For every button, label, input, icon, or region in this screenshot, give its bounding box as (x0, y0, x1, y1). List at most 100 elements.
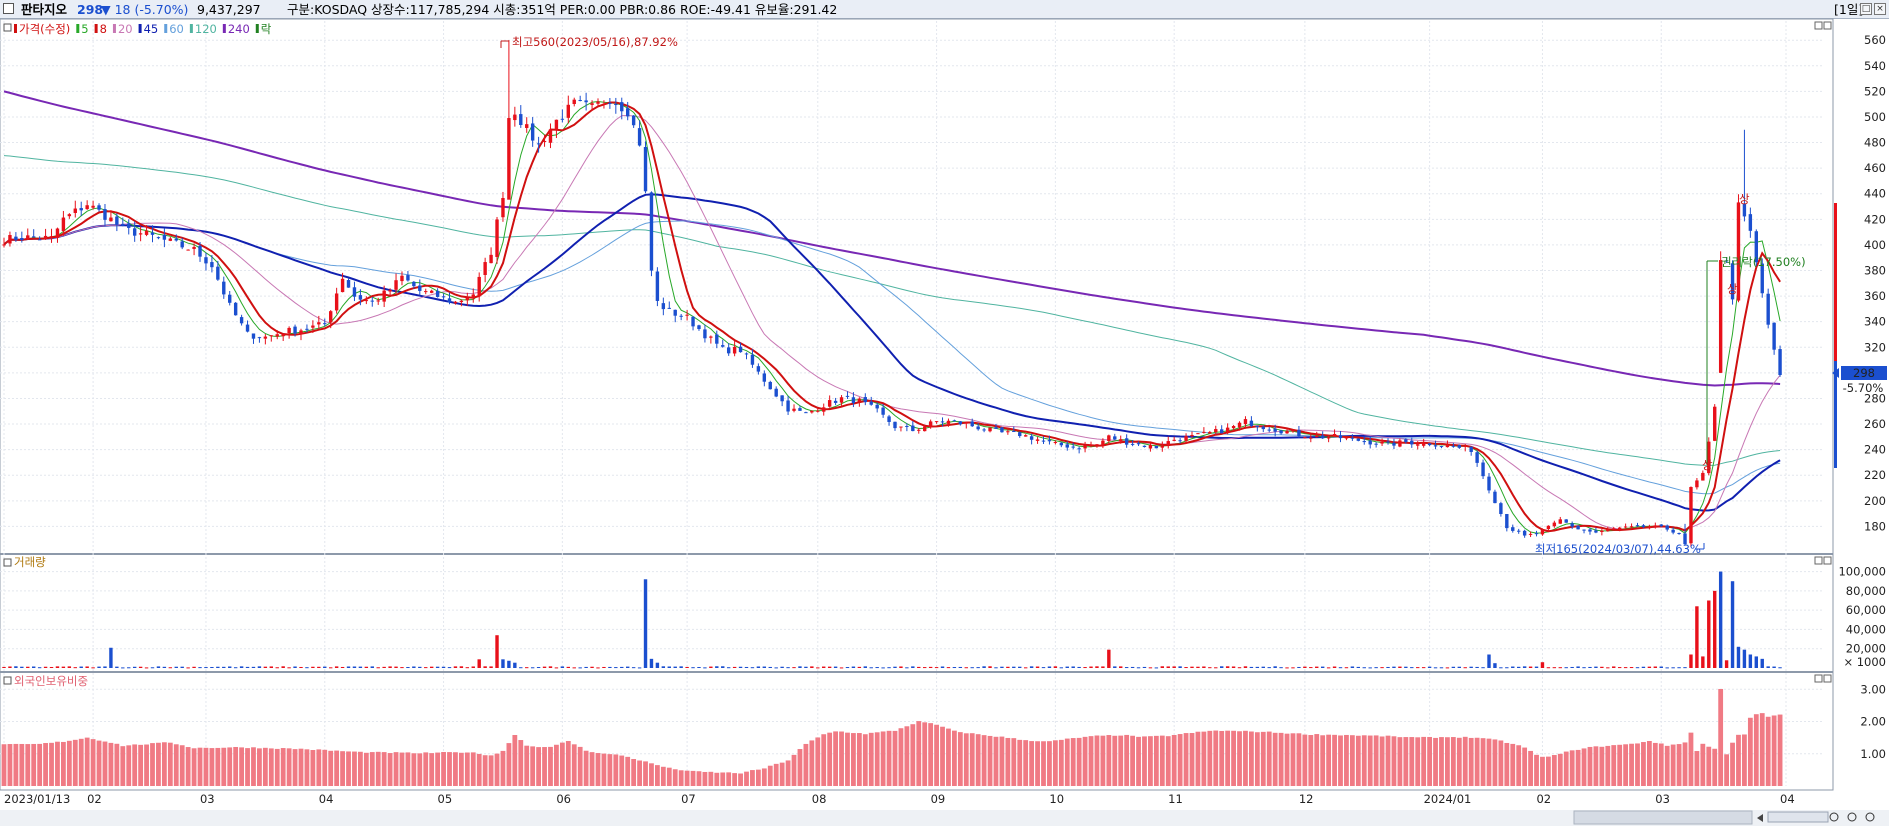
foreign-ratio-bar (405, 752, 411, 786)
foreign-ratio-bar (203, 747, 209, 786)
foreign-ratio-bar (1005, 737, 1011, 786)
volume-bar (1623, 667, 1628, 669)
foreign-ratio-bar (1688, 732, 1694, 786)
foreign-ratio-bar (1284, 733, 1290, 786)
volume-bar (560, 666, 565, 668)
volume-bar (1742, 649, 1747, 668)
foreign-ratio-bar (809, 740, 815, 786)
foreign-ratio-bar (601, 753, 607, 786)
foreign-ratio-bar (1528, 750, 1533, 786)
scroll-thumb[interactable] (1573, 810, 1753, 825)
volume-bar (441, 666, 446, 668)
limit-up-mark: 상 (1727, 282, 1738, 296)
volume-bar (1718, 571, 1723, 668)
volume-bar (79, 666, 83, 668)
price-axis-tick: 540 (1864, 59, 1886, 73)
foreign-ratio-bar (132, 744, 138, 786)
foreign-ratio-bar (1611, 745, 1617, 786)
volume-bar (1766, 666, 1770, 668)
zoom-slider[interactable] (1767, 811, 1829, 823)
foreign-ratio-bar (292, 749, 298, 786)
foreign-ratio-bar (1, 744, 7, 786)
price-axis-tick: 440 (1864, 187, 1886, 201)
foreign-ratio-bar (922, 722, 928, 786)
volume-bar (1528, 666, 1533, 668)
volume-bar (1617, 667, 1622, 669)
volume-bar (20, 666, 24, 668)
volume-bar (382, 666, 386, 668)
volume-bar (1576, 666, 1580, 668)
volume-bar (323, 666, 327, 668)
volume-bar (1172, 666, 1176, 668)
volume-bar (127, 667, 131, 669)
foreign-ratio-bar (1575, 749, 1581, 786)
volume-bar (1124, 667, 1129, 669)
volume-bar (32, 666, 36, 668)
volume-bar (1243, 666, 1248, 668)
foreign-ratio-bar (108, 742, 114, 786)
foreign-ratio-bar (1641, 742, 1646, 786)
foreign-ratio-bar (49, 742, 54, 786)
volume-axis-tick: 60,000 (1846, 603, 1886, 617)
volume-bar (138, 666, 143, 668)
foreign-ratio-bar (1409, 737, 1415, 786)
volume-bar (1065, 666, 1069, 668)
foreign-ratio-bar (1504, 742, 1510, 786)
volume-bar (697, 667, 701, 669)
foreign-ratio-bar (524, 745, 530, 786)
foreign-ratio-bar (423, 752, 429, 786)
foreign-ratio-bar (714, 772, 720, 786)
foreign-ratio-bar (375, 751, 381, 786)
foreign-ratio-bar (310, 750, 316, 786)
volume-bar (1178, 666, 1182, 668)
foreign-ratio-bar (1070, 738, 1076, 786)
foreign-ratio-bar (1183, 733, 1189, 786)
foreign-ratio-bar (1593, 746, 1599, 786)
foreign-ratio-bar (102, 741, 108, 786)
foreign-ratio-bar (66, 740, 72, 786)
foreign-ratio-bar (1023, 740, 1029, 786)
date-axis-tick: 10 (1049, 792, 1064, 806)
foreign-ratio-bar (1569, 750, 1575, 786)
candle (1766, 288, 1770, 329)
foreign-ratio-bar (274, 748, 280, 786)
volume-bar (376, 667, 380, 669)
volume-bar (732, 666, 737, 668)
volume-bar (631, 667, 636, 669)
foreign-ratio-bar (1492, 739, 1498, 786)
volume-bar (103, 666, 107, 668)
volume-bar (370, 666, 374, 668)
volume-bar (61, 666, 66, 668)
volume-bar (1416, 667, 1420, 669)
volume-bar (1267, 667, 1271, 669)
foreign-ratio-bar (1468, 737, 1474, 786)
volume-bar (85, 666, 89, 668)
volume-bar (73, 667, 77, 669)
foreign-ratio-bar (631, 759, 637, 786)
foreign-ratio-bar (1439, 737, 1444, 786)
foreign-ratio-bar (25, 744, 31, 786)
volume-bar (554, 667, 559, 669)
foreign-ratio-bar (1480, 738, 1486, 786)
legend-swatch (76, 24, 80, 33)
foreign-ratio-bar (96, 740, 102, 786)
volume-bar (1558, 667, 1562, 669)
date-axis-tick: 06 (556, 792, 571, 806)
stock-chart[interactable]: 1802002202402602803003203403603804004204… (0, 0, 1889, 826)
volume-bar (1677, 667, 1681, 669)
volume-bar (637, 667, 642, 669)
foreign-ratio-bar (696, 771, 702, 786)
volume-bar (1665, 667, 1669, 669)
horizontal-scrollbar[interactable] (0, 810, 1889, 826)
volume-bar (1332, 666, 1337, 668)
foreign-ratio-bar (381, 752, 387, 786)
foreign-ratio-bar (1551, 755, 1557, 786)
volume-bar (1707, 600, 1711, 668)
volume-bar (982, 666, 986, 668)
foreign-ratio-bar (554, 744, 559, 786)
legend-item: 8 (100, 22, 107, 36)
volume-bar (590, 666, 594, 668)
foreign-axis-tick: 2.00 (1860, 715, 1886, 729)
foreign-ratio-bar (476, 753, 482, 786)
volume-bar (1255, 666, 1260, 668)
